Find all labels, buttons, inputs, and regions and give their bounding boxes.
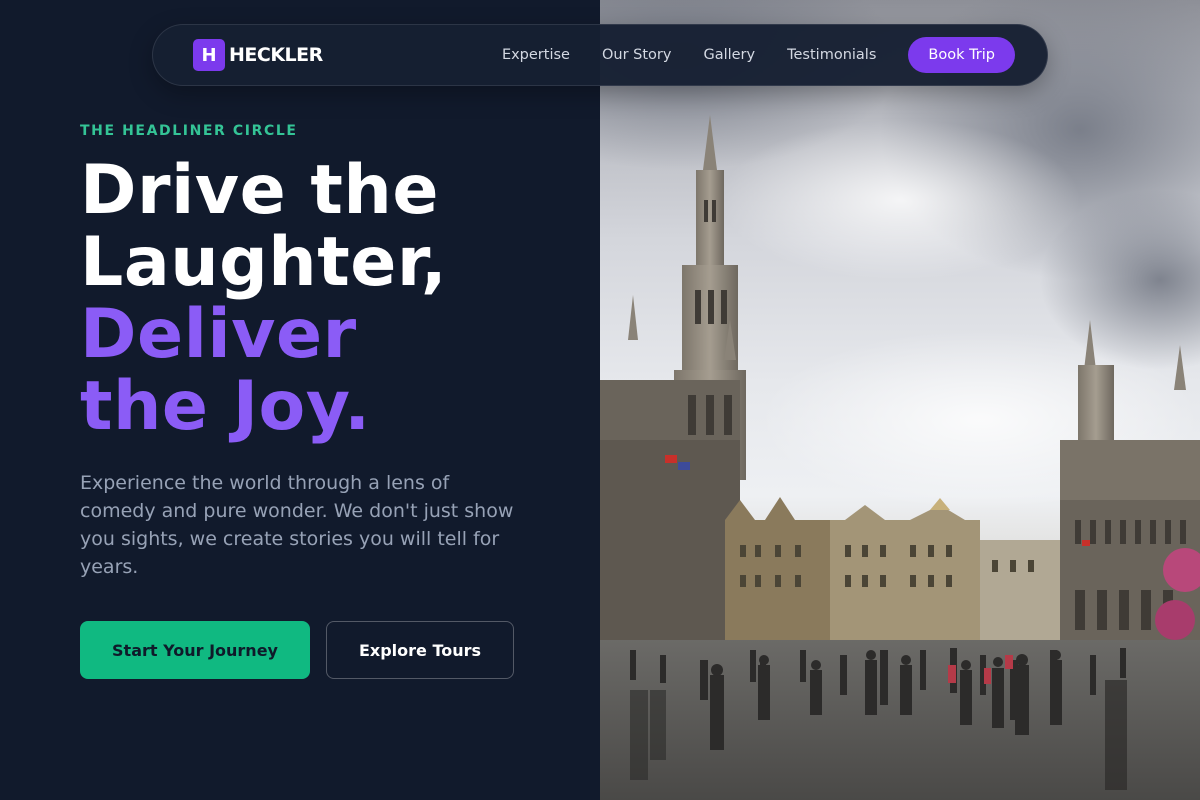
hero-headline: Drive the Laughter, Deliver the Joy. bbox=[80, 155, 600, 443]
headline-line-3: Deliver bbox=[80, 295, 357, 374]
hero-eyebrow: THE HEADLINER CIRCLE bbox=[80, 123, 298, 139]
book-trip-button[interactable]: Book Trip bbox=[908, 37, 1015, 73]
brand-name: HECKLER bbox=[229, 44, 323, 66]
headline-line-2: Laughter, bbox=[80, 223, 448, 302]
top-navbar: H HECKLER Expertise Our Story Gallery Te… bbox=[152, 24, 1048, 86]
nav-link-testimonials[interactable]: Testimonials bbox=[787, 47, 876, 63]
hero-photo-illustration bbox=[600, 0, 1200, 800]
hero-description: Experience the world through a lens of c… bbox=[80, 472, 514, 578]
nav-link-gallery[interactable]: Gallery bbox=[703, 47, 755, 63]
headline-line-1: Drive the bbox=[80, 151, 439, 230]
explore-tours-button[interactable]: Explore Tours bbox=[326, 621, 514, 679]
nav-links: Expertise Our Story Gallery Testimonials bbox=[502, 47, 876, 63]
logo-mark-icon: H bbox=[193, 39, 225, 71]
headline-line-4: the Joy. bbox=[80, 367, 371, 446]
nav-link-expertise[interactable]: Expertise bbox=[502, 47, 570, 63]
hero-photo bbox=[600, 0, 1200, 800]
start-journey-button[interactable]: Start Your Journey bbox=[80, 621, 310, 679]
nav-link-our-story[interactable]: Our Story bbox=[602, 47, 671, 63]
brand-logo[interactable]: H HECKLER bbox=[193, 39, 323, 71]
